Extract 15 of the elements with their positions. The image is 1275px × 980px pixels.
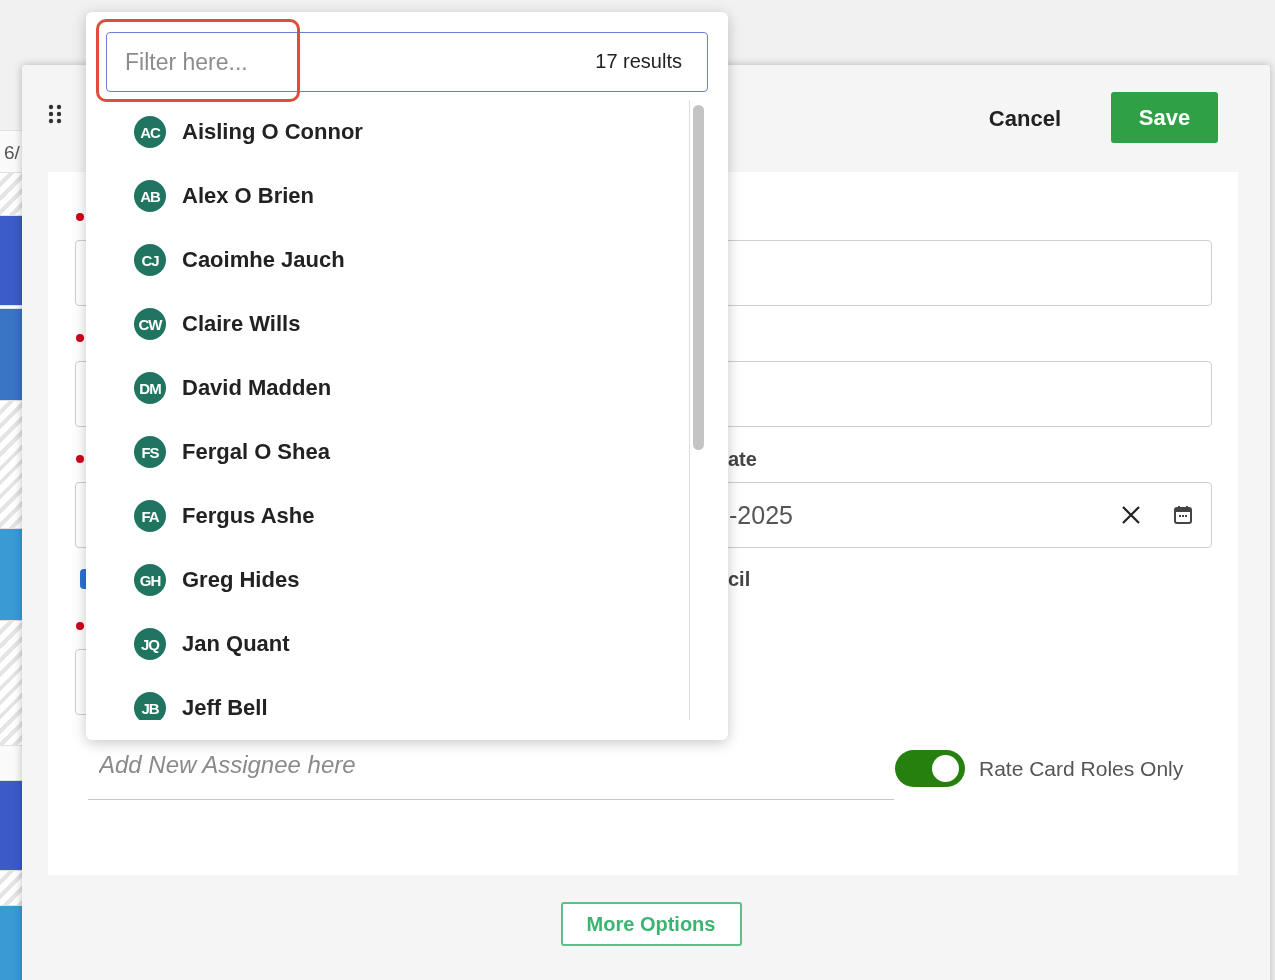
avatar: CW: [134, 308, 166, 340]
avatar: JQ: [134, 628, 166, 660]
avatar: FS: [134, 436, 166, 468]
avatar: GH: [134, 564, 166, 596]
checkbox-label: cil: [728, 567, 751, 591]
toggle-label: Rate Card Roles Only: [979, 756, 1184, 781]
avatar: AC: [134, 116, 166, 148]
avatar: FA: [134, 500, 166, 532]
avatar: CJ: [134, 244, 166, 276]
date-label: 6/: [4, 142, 20, 164]
avatar: JB: [134, 692, 166, 720]
result-count: 17 results: [595, 50, 682, 73]
avatar: DM: [134, 372, 166, 404]
field-label: ate: [728, 447, 757, 471]
avatar: AB: [134, 180, 166, 212]
